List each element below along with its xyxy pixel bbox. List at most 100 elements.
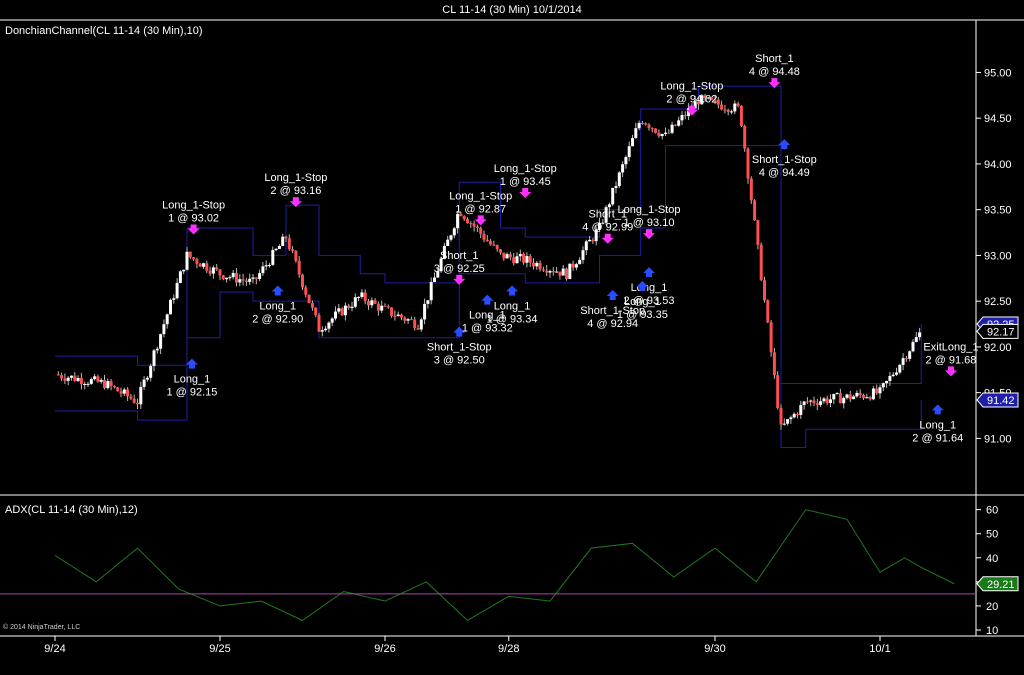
candle-down [683,115,687,117]
candle-down [291,249,295,251]
candle-down [644,123,648,125]
trade-label-fill: 2 @ 93.16 [270,185,321,197]
candle-up [802,401,806,406]
trade-label-name: Short_1-Stop [427,342,492,354]
candle-up [561,268,565,276]
candle-up [281,236,285,246]
price-badge-label: 92.17 [987,326,1015,338]
trade-label-fill: 2 @ 92.90 [252,313,303,325]
candle-down [390,307,394,316]
trade-label-name: Long_1-Stop [264,172,327,184]
candle-up [142,379,146,387]
candle-down [571,263,575,268]
copyright-notice: © 2014 NinjaTrader, LLC [3,623,80,631]
candle-up [799,405,803,415]
trade-label-name: Short_1 [755,53,794,65]
candle-up [822,398,826,402]
candle-down [541,269,545,271]
candle-up [449,235,453,240]
candle-up [621,164,625,173]
trade-label-name: Long_1 [631,282,668,294]
candle-down [749,178,753,201]
candle-down [492,244,496,246]
candle-down [241,279,245,281]
candle-down [723,109,727,111]
candle-down [63,378,67,381]
candle-down [779,408,783,425]
candle-up [83,384,87,386]
candle-down [479,227,483,234]
candle-down [307,294,311,304]
candle-up [149,365,153,378]
candle-up [660,133,664,137]
candle-up [380,305,384,311]
trade-label-name: Long_1 [259,300,296,312]
candle-up [535,262,539,267]
candle-up [248,278,252,282]
candle-up [261,266,265,274]
candle-up [855,392,859,397]
candle-down [673,124,677,126]
candle-down [796,413,799,415]
candle-up [634,128,638,139]
candle-down [551,271,555,273]
candle-down [466,219,469,224]
candle-up [211,267,215,274]
candle-down [103,379,106,389]
candle-up [842,397,846,404]
candle-up [568,263,572,280]
candle-down [254,277,258,279]
candle-up [343,305,347,316]
candle-down [640,122,644,124]
candle-down [720,104,724,110]
candle-up [829,399,832,404]
trade-label-fill: 1 @ 93.45 [500,176,551,188]
candle-down [314,307,318,316]
adx-tick-label: 40 [986,553,998,565]
candle-up [845,394,849,398]
candle-down [508,254,512,258]
candle-down [759,244,763,281]
price-badge-label: 91.42 [987,395,1015,407]
time-tick-label: 9/30 [704,643,725,655]
candle-down [221,275,225,280]
candle-down [367,301,370,306]
candle-down [746,148,750,179]
candle-up [238,279,242,283]
trade-label-name: ExitLong_1 [923,341,978,353]
candle-down [812,400,816,404]
candle-up [122,389,126,394]
candle-up [607,204,611,208]
candle-up [852,396,856,400]
candle-down [904,358,908,360]
chart-title: CL 11-14 (30 Min) 10/1/2014 [442,4,581,16]
price-tick-label: 91.00 [984,433,1012,445]
candle-down [462,216,466,220]
candle-up [786,419,790,424]
candle-down [409,319,413,321]
candle-down [192,257,196,260]
candle-up [555,271,559,273]
candle-down [472,223,476,227]
candle-up [918,332,922,338]
candle-down [862,394,865,398]
candle-down [195,259,199,264]
adx-indicator-label: ADX(CL 11-14 (30 Min),12) [5,504,138,516]
candle-down [56,374,60,376]
candle-up [396,314,400,317]
candle-up [202,263,205,267]
candle-up [429,282,433,301]
candle-up [733,103,737,112]
candle-up [584,241,588,251]
candle-down [376,303,380,311]
candle-up [353,297,357,307]
candle-up [360,292,364,297]
candle-up [86,383,90,385]
candle-down [545,270,549,273]
candle-down [502,252,506,259]
candle-up [505,254,509,259]
price-tick-label: 95.00 [984,67,1012,79]
candle-up [525,256,529,263]
candle-up [637,122,641,129]
candle-down [875,388,879,394]
